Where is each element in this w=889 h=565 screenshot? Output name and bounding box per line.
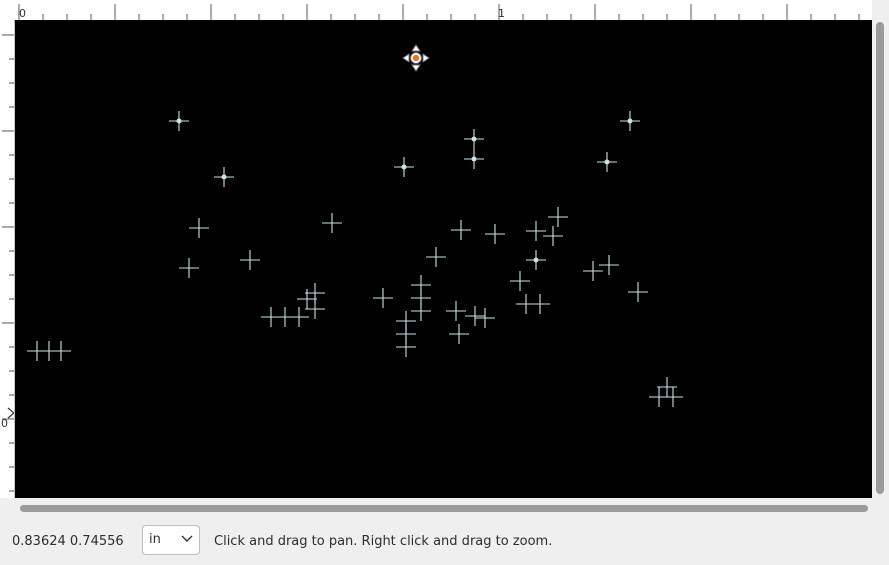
marker-cross-icon[interactable] — [426, 247, 446, 267]
marker-cross-icon[interactable] — [179, 258, 199, 278]
marker-cross-icon[interactable] — [394, 157, 414, 177]
marker-cross-icon[interactable] — [446, 301, 466, 321]
marker-cross-icon[interactable] — [464, 149, 484, 169]
marker-cross-icon[interactable] — [510, 271, 530, 291]
marker-cross-icon[interactable] — [475, 308, 495, 328]
marker-cross-icon[interactable] — [240, 250, 260, 270]
marker-cross-icon[interactable] — [396, 337, 416, 357]
marker-cross-icon[interactable] — [530, 294, 550, 314]
marker-cross-icon[interactable] — [657, 377, 677, 397]
marker-cross-icon[interactable] — [526, 250, 546, 270]
marker-cross-icon[interactable] — [449, 324, 469, 344]
marker-cross-icon[interactable] — [305, 299, 325, 319]
marker-cross-icon[interactable] — [373, 288, 393, 308]
plot-canvas[interactable] — [15, 20, 872, 498]
unit-dropdown[interactable]: in — [142, 525, 200, 555]
cursor-coordinates: 0.83624 0.74556 — [12, 534, 124, 549]
ruler-top-label-0: 0 — [19, 7, 26, 20]
marker-cross-icon[interactable] — [548, 207, 568, 227]
marker-cross-icon[interactable] — [583, 261, 603, 281]
marker-cross-icon[interactable] — [169, 111, 189, 131]
marker-cross-icon[interactable] — [526, 221, 546, 241]
marker-cross-icon[interactable] — [465, 306, 485, 326]
marker-cross-icon[interactable] — [599, 255, 619, 275]
marker-cross-icon[interactable] — [289, 307, 309, 327]
marker-layer[interactable] — [15, 20, 872, 498]
marker-cross-icon[interactable] — [663, 387, 683, 407]
horizontal-scrollbar[interactable] — [20, 505, 868, 512]
ruler-top-ticks: 0 1 — [18, 4, 860, 20]
marker-cross-icon[interactable] — [189, 218, 209, 238]
ruler-top-label-1: 1 — [498, 7, 505, 20]
chevron-down-icon — [181, 535, 193, 542]
status-bar: 0.83624 0.74556 in Click and drag to pan… — [0, 518, 889, 565]
ruler-left-ticks: 0 — [1, 34, 15, 492]
marker-cross-icon[interactable] — [451, 220, 471, 240]
marker-cross-icon[interactable] — [411, 301, 431, 321]
marker-cross-icon[interactable] — [620, 111, 640, 131]
ruler-left: 0 — [0, 20, 15, 498]
vertical-scrollbar[interactable] — [876, 22, 884, 494]
ruler-top: 0 1 — [0, 0, 872, 21]
marker-cross-icon[interactable] — [297, 289, 317, 309]
marker-cross-icon[interactable] — [322, 213, 342, 233]
marker-cross-icon[interactable] — [628, 282, 648, 302]
move-handle-icon[interactable] — [402, 44, 430, 72]
marker-cross-icon[interactable] — [51, 341, 71, 361]
ruler-origin-arrow-icon — [7, 407, 15, 419]
navigation-hint: Click and drag to pan. Right click and d… — [214, 534, 553, 549]
marker-cross-icon[interactable] — [485, 224, 505, 244]
marker-cross-icon[interactable] — [214, 167, 234, 187]
marker-cross-icon[interactable] — [597, 152, 617, 172]
ruler-left-label-0: 0 — [1, 417, 8, 430]
marker-cross-icon[interactable] — [543, 226, 563, 246]
unit-dropdown-value: in — [149, 532, 161, 547]
marker-cross-icon[interactable] — [464, 129, 484, 149]
